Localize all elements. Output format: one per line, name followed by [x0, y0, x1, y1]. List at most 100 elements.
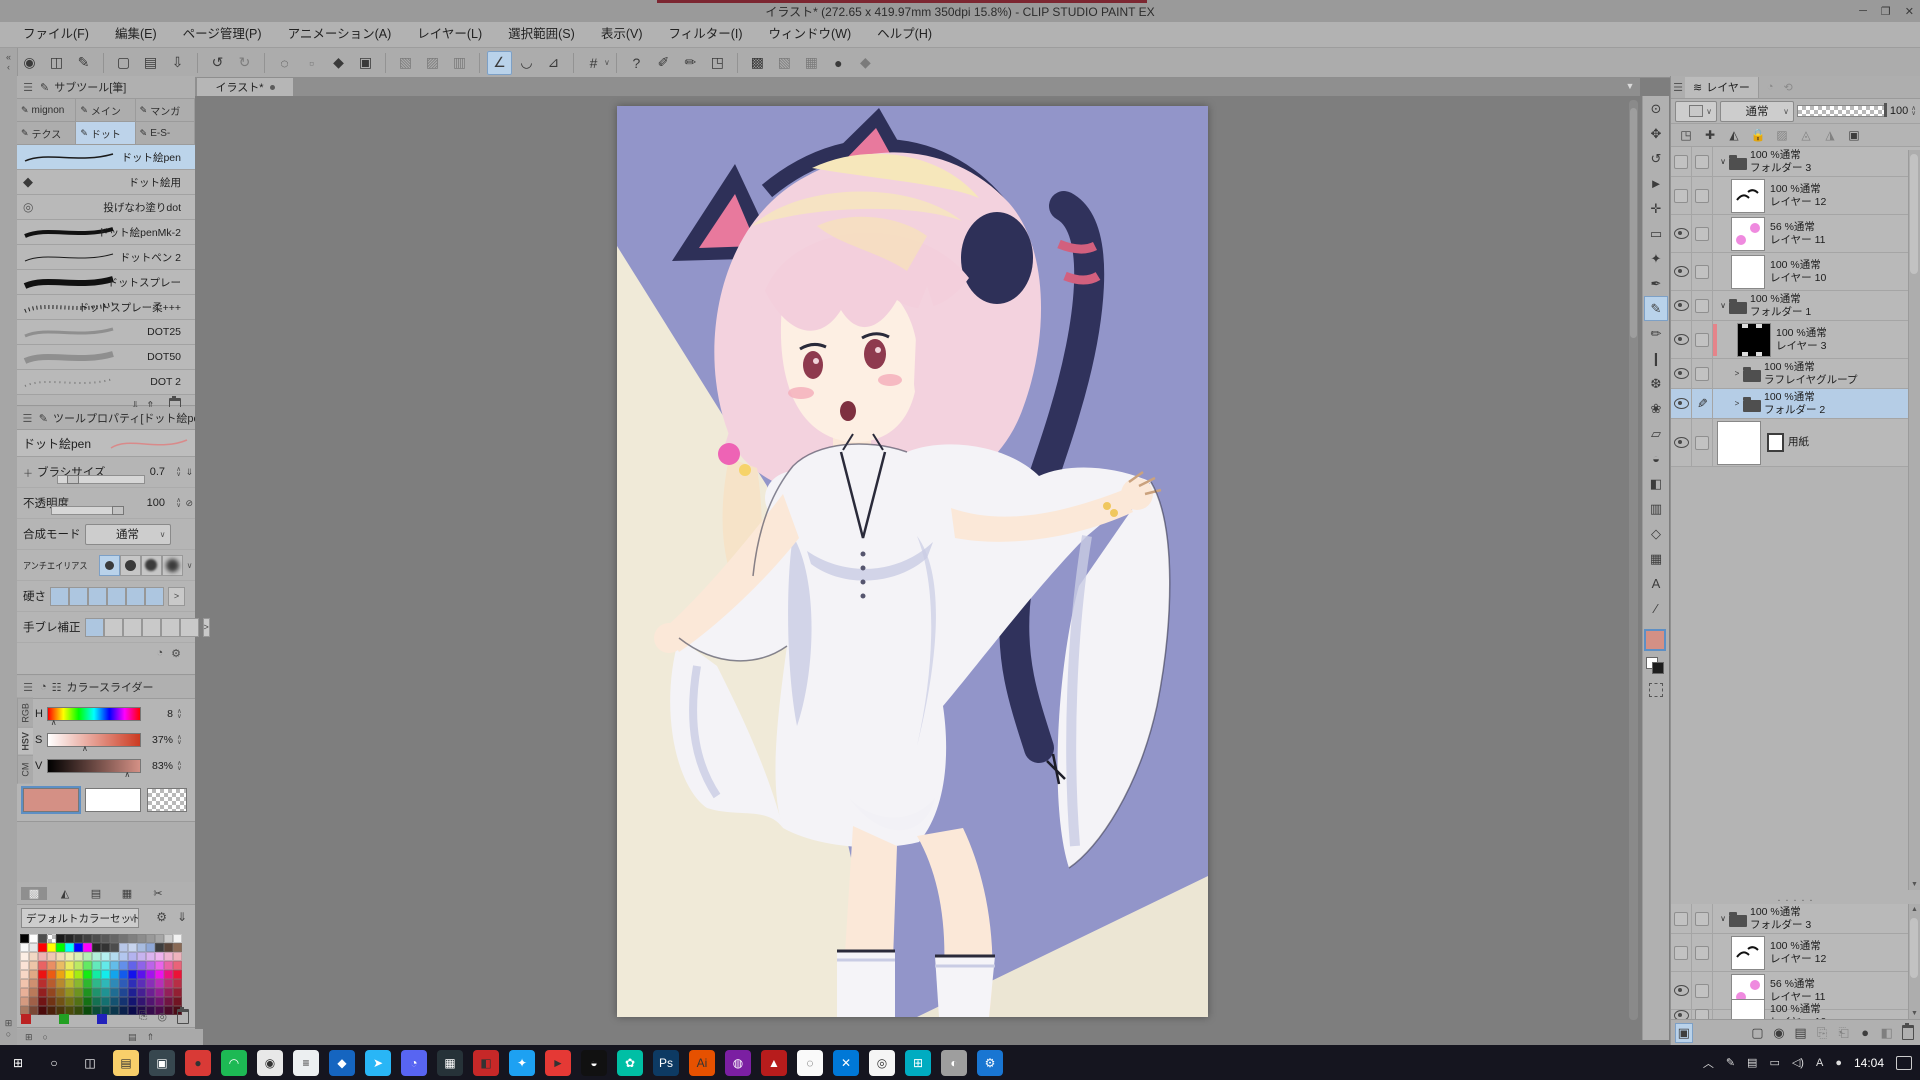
- color-model-tab-CM[interactable]: CM: [17, 755, 33, 784]
- color-swatch-cell[interactable]: [146, 934, 155, 943]
- layer-visibility-cell[interactable]: [1671, 359, 1692, 388]
- deselect-button[interactable]: ▫: [299, 51, 324, 75]
- new-layer-button[interactable]: ▢: [1749, 1023, 1767, 1043]
- layer-edit-cell[interactable]: [1692, 177, 1713, 214]
- color-swatch-cell[interactable]: [146, 952, 155, 961]
- color-swatch-cell[interactable]: [146, 943, 155, 952]
- illustrator[interactable]: Ai: [689, 1050, 715, 1076]
- folder-expand-chevron[interactable]: ∨: [1717, 157, 1729, 166]
- edit-pen-button[interactable]: ✎: [71, 51, 96, 75]
- color-swatch-cell[interactable]: [155, 961, 164, 970]
- layer-header-icon-3[interactable]: 🔒: [1747, 128, 1769, 142]
- quick-color-swatch[interactable]: [97, 1014, 107, 1024]
- stabilization-cell-5[interactable]: [180, 618, 199, 637]
- spotify[interactable]: ◠: [221, 1050, 247, 1076]
- material-sphere-button[interactable]: ●: [826, 51, 851, 75]
- menu-item-P[interactable]: ページ管理(P): [170, 22, 275, 47]
- snap-to-grid-button[interactable]: ⊿: [541, 51, 566, 75]
- tray-speaker[interactable]: ◁): [1792, 1056, 1804, 1069]
- layer-visibility-cell[interactable]: [1671, 321, 1692, 358]
- layer-list-scrollbar[interactable]: ▼: [1908, 150, 1920, 890]
- notepad[interactable]: ≡: [293, 1050, 319, 1076]
- tray-pen[interactable]: ✎: [1726, 1056, 1735, 1069]
- color-swatch-cell[interactable]: [92, 970, 101, 979]
- brush-item-ドット絵penMk-2[interactable]: ドット絵penMk-2: [17, 220, 195, 245]
- app-purple[interactable]: ◍: [725, 1050, 751, 1076]
- color-swatch-cell[interactable]: [164, 961, 173, 970]
- layer-row-レイヤー 10[interactable]: 100 %通常レイヤー 10: [1671, 1010, 1920, 1019]
- layer-header-icon-7[interactable]: ▣: [1843, 128, 1865, 142]
- visibility-eye-icon[interactable]: [1674, 368, 1689, 379]
- color-swatch-cell[interactable]: [20, 997, 29, 1006]
- new-canvas-button[interactable]: ▢: [111, 51, 136, 75]
- visibility-empty-checkbox[interactable]: [1674, 912, 1688, 926]
- brush-item-ドット絵用[interactable]: ◆ドット絵用: [17, 170, 195, 195]
- tool-main-color-swatch[interactable]: [1646, 631, 1664, 649]
- color-swatch-cell[interactable]: [146, 988, 155, 997]
- color-swatch-cell[interactable]: [164, 943, 173, 952]
- layer-header-icon-4[interactable]: ▨: [1771, 128, 1793, 142]
- transfer-down-button[interactable]: ⎘: [1813, 1023, 1831, 1043]
- register-material-button[interactable]: ◳: [705, 51, 730, 75]
- color-swatch-cell[interactable]: [110, 961, 119, 970]
- notification-center-icon[interactable]: [1896, 1056, 1912, 1070]
- layer-edit-cell[interactable]: [1692, 419, 1713, 466]
- split-drag-handle[interactable]: ・・・・・: [1671, 896, 1920, 902]
- color-slider-bar-H[interactable]: ∧: [47, 707, 141, 721]
- color-swatch-cell[interactable]: [29, 934, 38, 943]
- subtool-palette-header[interactable]: ☰ ✎ サブツール[筆]: [17, 76, 195, 99]
- undo-button[interactable]: ↺: [205, 51, 230, 75]
- canvas-vertical-scrollbar[interactable]: [1629, 100, 1638, 1020]
- color-swatch-cell[interactable]: [65, 934, 74, 943]
- twitter[interactable]: ✦: [509, 1050, 535, 1076]
- visibility-eye-icon[interactable]: [1674, 300, 1689, 311]
- color-swatch-cell[interactable]: [146, 997, 155, 1006]
- color-swatch-cell[interactable]: [20, 952, 29, 961]
- mask-selection-button[interactable]: ▨: [420, 51, 445, 75]
- tool-property-header[interactable]: ☰ ✎ ツールプロパティ[ドット絵pen]: [17, 407, 195, 430]
- brush-item-DOT50[interactable]: DOT50: [17, 345, 195, 370]
- color-swatch-cell[interactable]: [47, 997, 56, 1006]
- layer-row-レイヤー 11[interactable]: 56 %通常レイヤー 11: [1671, 215, 1920, 253]
- snap-to-special-ruler-button[interactable]: ◡: [514, 51, 539, 75]
- app-red-2[interactable]: ▲: [761, 1050, 787, 1076]
- tool-property-footer-icon[interactable]: ◔: [156, 647, 163, 659]
- frame-border-tool[interactable]: ▦: [1644, 546, 1668, 571]
- start-button[interactable]: ⊞: [5, 1050, 31, 1076]
- color-set-tab-icon-2[interactable]: ▤: [83, 887, 109, 900]
- color-slider-row-V[interactable]: V∧83%∧∨: [35, 754, 193, 778]
- pen-tool[interactable]: ✎: [1644, 296, 1668, 321]
- layer-header-icon-2[interactable]: ◭: [1723, 128, 1745, 142]
- palette-menu-icon[interactable]: ☰: [21, 81, 35, 94]
- document-tab[interactable]: イラスト*: [197, 78, 293, 96]
- color-swatch-cell[interactable]: [92, 943, 101, 952]
- snap-to-ruler-button[interactable]: ∠: [487, 51, 512, 75]
- dock-icon[interactable]: ○: [0, 1029, 17, 1039]
- layer-row-レイヤー 12[interactable]: 100 %通常レイヤー 12: [1671, 934, 1920, 972]
- color-swatch-cell[interactable]: [56, 961, 65, 970]
- color-swatch-cell[interactable]: [74, 952, 83, 961]
- color-swatch-cell[interactable]: [119, 970, 128, 979]
- menu-item-E[interactable]: 編集(E): [102, 22, 170, 47]
- color-swatch-cell[interactable]: [29, 988, 38, 997]
- color-swatch-cell[interactable]: [137, 934, 146, 943]
- tray-ime[interactable]: A: [1816, 1057, 1823, 1069]
- layer-tab[interactable]: ≋ レイヤー: [1685, 77, 1759, 98]
- eyedropper-tool[interactable]: ✒: [1644, 271, 1668, 296]
- aa-option-1[interactable]: [120, 555, 141, 576]
- visibility-empty-checkbox[interactable]: [1674, 155, 1688, 169]
- dock-folder-icon[interactable]: ▤: [128, 1032, 137, 1043]
- brush-size-stepper[interactable]: ∧∨: [176, 467, 181, 477]
- settings-gear[interactable]: ⚙: [977, 1050, 1003, 1076]
- color-swatch-cell[interactable]: [65, 988, 74, 997]
- layer-list-secondary-scrollbar[interactable]: ▲ ▼: [1908, 904, 1920, 1019]
- menu-item-I[interactable]: フィルター(I): [655, 22, 755, 47]
- sub-color-swatch[interactable]: [85, 788, 141, 812]
- color-swatch-cell[interactable]: [110, 1006, 119, 1015]
- rotate-canvas-tool[interactable]: ↺: [1644, 146, 1668, 171]
- color-swatch-cell[interactable]: [110, 952, 119, 961]
- brush-tool[interactable]: ❙: [1644, 346, 1668, 371]
- new-folder-button[interactable]: ▤: [1792, 1023, 1810, 1043]
- aa-option-2[interactable]: [141, 555, 162, 576]
- color-swatch-cell[interactable]: [128, 970, 137, 979]
